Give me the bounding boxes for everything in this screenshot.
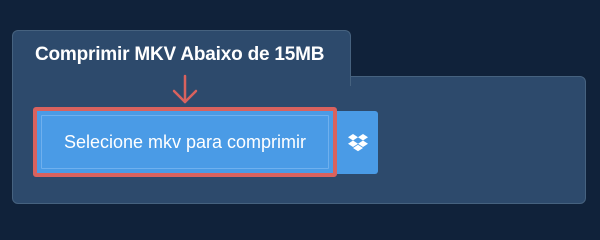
dropbox-icon: [347, 133, 368, 151]
select-file-label: Selecione mkv para comprimir: [63, 131, 307, 152]
dropbox-button[interactable]: [337, 111, 378, 174]
converter-title: Comprimir MKV Abaixo de 15MB: [35, 44, 325, 65]
arrow-down-icon: [172, 74, 198, 104]
select-file-button[interactable]: Selecione mkv para comprimir: [33, 107, 337, 177]
